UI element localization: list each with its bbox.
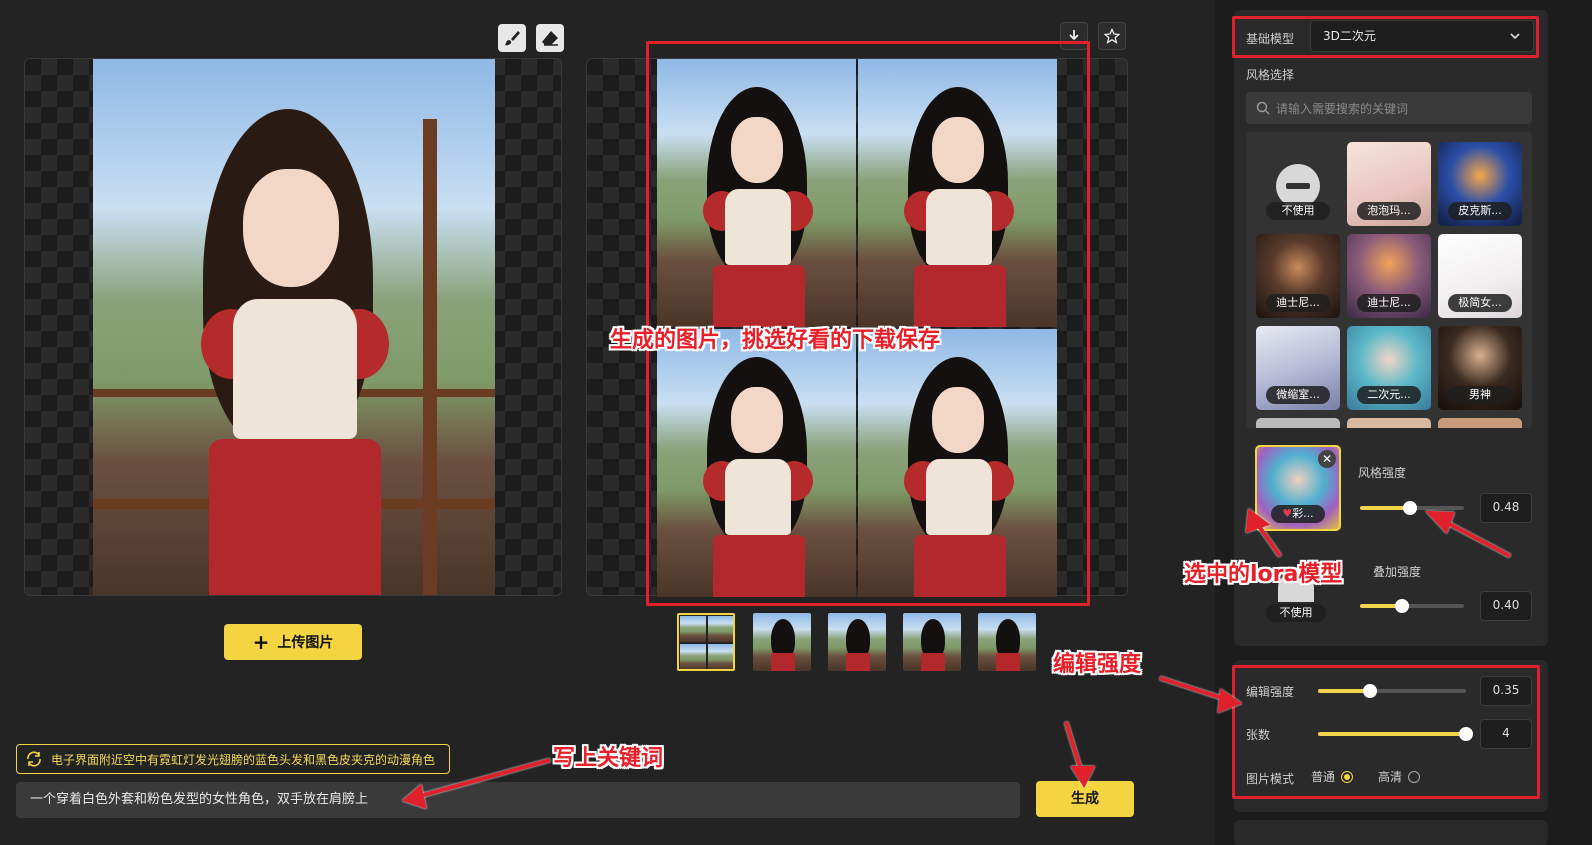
annotation-arrows: [402, 508, 1511, 810]
